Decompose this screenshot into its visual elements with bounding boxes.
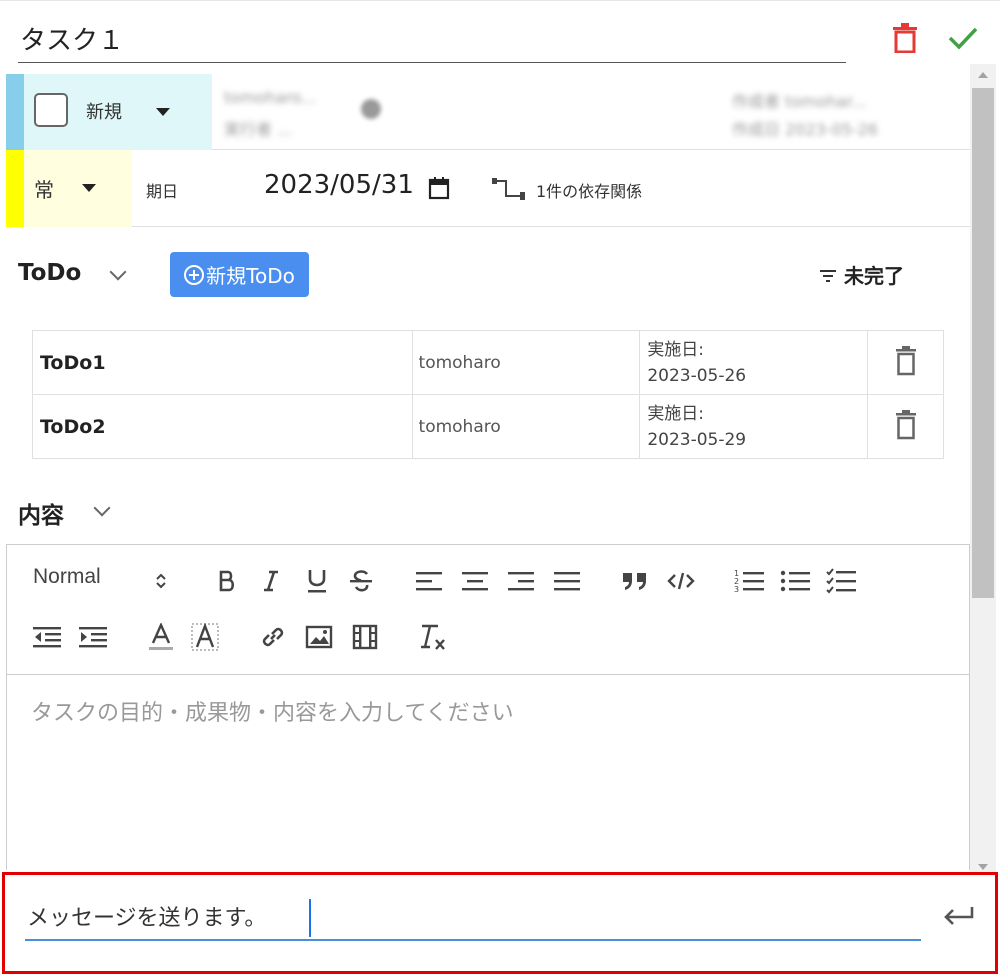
message-input[interactable]	[25, 893, 921, 941]
check-icon[interactable]	[946, 21, 980, 55]
new-todo-button[interactable]: 新規ToDo	[170, 252, 309, 297]
task-detail-content: 新規 tomoharo... 実行者 ... 作成者 tomohar... 作成…	[6, 74, 970, 870]
svg-text:3: 3	[734, 585, 739, 594]
due-date-input[interactable]: 2023/05/31	[264, 170, 414, 200]
priority-color-strip	[6, 150, 24, 227]
enter-icon[interactable]	[939, 897, 979, 937]
status-selector[interactable]: 新規	[24, 74, 212, 150]
heading-select[interactable]: Normal	[33, 565, 101, 589]
executor-info: 実行者 ...	[224, 120, 293, 139]
todo-delete-cell	[867, 330, 944, 395]
checklist-icon[interactable]	[825, 565, 857, 597]
todo-date-label: 実施日:	[647, 339, 705, 360]
trash-icon[interactable]	[895, 409, 917, 440]
todo-row[interactable]: ToDo2 tomoharo 実施日: 2023-05-29	[32, 394, 944, 459]
underline-icon[interactable]	[301, 565, 333, 597]
todo-name[interactable]: ToDo2	[32, 394, 413, 459]
editor-toolbar: Normal 1 2 3	[7, 545, 969, 675]
todo-table: ToDo1 tomoharo 実施日: 2023-05-26 ToDo2 tom…	[32, 330, 944, 459]
todo-user: tomoharo	[411, 330, 641, 395]
scroll-thumb[interactable]	[972, 88, 994, 598]
link-icon[interactable]	[257, 621, 289, 653]
strikethrough-icon[interactable]	[345, 565, 377, 597]
todo-date-value: 2023-05-29	[647, 429, 747, 450]
todo-date-value: 2023-05-26	[647, 365, 747, 386]
video-icon[interactable]	[349, 621, 381, 653]
trash-icon[interactable]	[888, 21, 922, 55]
status-row: 新規 tomoharo... 実行者 ... 作成者 tomohar... 作成…	[6, 74, 970, 150]
todo-date-cell: 実施日: 2023-05-26	[639, 330, 869, 395]
outdent-icon[interactable]	[31, 621, 63, 653]
ordered-list-icon[interactable]: 123	[733, 565, 765, 597]
status-label: 新規	[86, 102, 122, 123]
bold-icon[interactable]	[211, 565, 243, 597]
select-arrows-icon[interactable]	[145, 565, 177, 597]
image-icon[interactable]	[303, 621, 335, 653]
add-circle-icon	[184, 264, 205, 285]
calendar-icon[interactable]	[428, 176, 450, 205]
status-dropdown-caret-icon[interactable]	[156, 108, 170, 116]
todo-date-cell: 実施日: 2023-05-29	[639, 394, 869, 459]
text-color-icon[interactable]	[145, 621, 177, 653]
todo-name[interactable]: ToDo1	[32, 330, 413, 395]
todo-user: tomoharo	[411, 394, 641, 459]
code-icon[interactable]	[665, 565, 697, 597]
filter-icon	[820, 269, 836, 282]
priority-label: 常	[34, 178, 54, 202]
align-right-icon[interactable]	[505, 565, 537, 597]
todo-date-label: 実施日:	[647, 403, 705, 424]
editor-placeholder[interactable]: タスクの目的・成果物・内容を入力してください	[31, 695, 514, 727]
todo-section-title: ToDo	[18, 260, 82, 286]
clear-format-icon[interactable]	[417, 621, 449, 653]
add-assignee-icon[interactable]	[360, 98, 382, 120]
dependency-link[interactable]: 1件の依存関係	[536, 178, 642, 202]
dependency-icon[interactable]	[492, 178, 526, 205]
align-center-icon[interactable]	[459, 565, 491, 597]
todo-collapse-chevron-icon[interactable]	[109, 263, 127, 281]
priority-due-row: 常 期日 2023/05/31 1件の依存関係	[6, 150, 970, 227]
todo-row[interactable]: ToDo1 tomoharo 実施日: 2023-05-26	[32, 330, 944, 395]
bullet-list-icon[interactable]	[779, 565, 811, 597]
new-todo-label: 新規ToDo	[206, 264, 295, 288]
content-section-title: 内容	[18, 503, 64, 529]
task-title-input[interactable]	[18, 15, 846, 63]
filter-label: 未完了	[844, 264, 904, 288]
scroll-down-arrow-icon[interactable]	[978, 864, 988, 870]
created-date-info: 作成日 2023-05-26	[732, 120, 879, 139]
trash-icon[interactable]	[895, 345, 917, 376]
message-composer	[2, 872, 998, 974]
indent-icon[interactable]	[77, 621, 109, 653]
todo-filter[interactable]: 未完了	[818, 260, 904, 289]
creator-info: 作成者 tomohar...	[732, 92, 867, 111]
scroll-up-arrow-icon[interactable]	[978, 72, 988, 78]
priority-selector[interactable]: 常	[24, 150, 132, 227]
due-date-label: 期日	[146, 182, 179, 201]
status-checkbox[interactable]	[34, 93, 68, 127]
blockquote-icon[interactable]	[619, 565, 651, 597]
assignee-info: tomoharo...	[224, 88, 317, 107]
todo-delete-cell	[867, 394, 944, 459]
align-left-icon[interactable]	[413, 565, 445, 597]
align-justify-icon[interactable]	[551, 565, 583, 597]
vertical-scrollbar[interactable]	[970, 64, 996, 874]
text-cursor	[309, 899, 311, 937]
italic-icon[interactable]	[255, 565, 287, 597]
content-collapse-chevron-icon[interactable]	[93, 499, 111, 517]
background-color-icon[interactable]	[189, 621, 221, 653]
task-header	[0, 0, 1000, 74]
status-color-strip	[6, 74, 24, 150]
rich-text-editor: Normal 1 2 3 タスクの目的・成果物・内容を入力してください	[6, 544, 970, 870]
priority-dropdown-caret-icon[interactable]	[82, 184, 96, 192]
